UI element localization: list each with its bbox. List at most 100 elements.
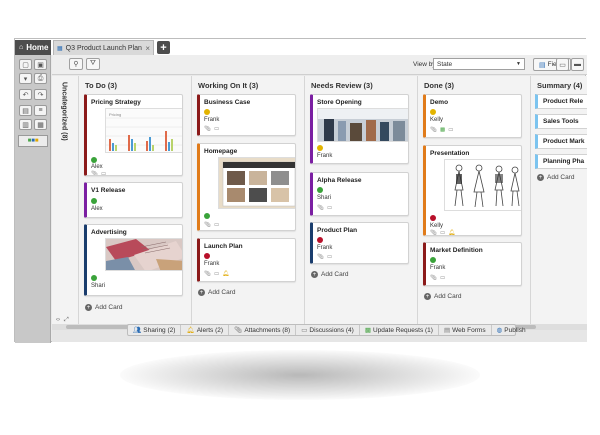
uncategorized-lane[interactable]: Uncategorized (8): [56, 82, 72, 172]
card-store-opening[interactable]: Store Opening Frank: [310, 94, 409, 164]
card-title: V1 Release: [91, 187, 126, 194]
discussions-button[interactable]: ▭ Discussions (4): [296, 325, 360, 335]
card-owner: Frank: [317, 245, 333, 251]
tab-home-label: Home: [26, 43, 49, 52]
column-needs-review: Needs Review (3) Store Opening Frank Alp…: [304, 76, 417, 324]
card-v1-release[interactable]: V1 Release Alex: [84, 182, 183, 218]
summary-card[interactable]: Sales Tools: [535, 114, 587, 129]
attachments-button[interactable]: 📎︎ Attachments (8): [229, 325, 297, 335]
card-meta: 📎︎ ▭: [91, 171, 107, 176]
summary-card[interactable]: Planning Pha: [535, 154, 587, 169]
calendar-view-icon[interactable]: ▦: [34, 119, 47, 130]
new-sheet-icon[interactable]: ▢: [19, 59, 32, 70]
alerts-button[interactable]: 🔔︎ Alerts (2): [181, 325, 230, 335]
card-meta: 📎︎ ▭: [204, 126, 219, 132]
print-menu-icon[interactable]: ▾: [19, 73, 32, 84]
tab-document[interactable]: ▦ Q3 Product Launch Plan ×: [53, 40, 154, 55]
view-switcher-icon[interactable]: ■ ■ ■: [18, 135, 48, 147]
card-meta: 📎︎ ▭: [317, 205, 332, 211]
status-dot: [91, 157, 97, 163]
view-by-select[interactable]: State ▼: [433, 58, 525, 70]
comment-icon: ▭: [213, 126, 220, 132]
publish-button[interactable]: ◍ Publish: [492, 325, 531, 335]
card-presentation[interactable]: Presentation Kelly 📎︎ ▭ 🔔︎: [423, 145, 522, 236]
column-title: Needs Review (3): [311, 81, 373, 90]
add-card-button[interactable]: + Add Card: [311, 271, 348, 278]
add-card-label: Add Card: [547, 174, 575, 181]
card-business-case[interactable]: Business Case Frank 📎︎ ▭: [197, 94, 296, 136]
add-card-button[interactable]: + Add Card: [198, 289, 235, 296]
card-launch-plan[interactable]: Launch Plan Frank 📎︎ ▭ 🔔︎: [197, 238, 296, 282]
card-title: Business Case: [204, 99, 251, 106]
add-card-button[interactable]: + Add Card: [85, 304, 122, 311]
status-dot: [317, 187, 323, 193]
web-forms-button[interactable]: ▤ Web Forms: [439, 325, 492, 335]
bell-icon: 🔔︎: [186, 327, 195, 334]
expand-layout-icon[interactable]: ▬: [571, 58, 584, 71]
redo-icon[interactable]: ↷: [34, 89, 47, 100]
card-meta: 📎︎ ▩ ▭: [430, 127, 453, 133]
filter-icon[interactable]: ⛛: [86, 58, 100, 70]
card-advertising[interactable]: Advertising Shari: [84, 224, 183, 296]
column-title: Working On It (3): [198, 81, 259, 90]
undo-icon[interactable]: ↶: [19, 89, 32, 100]
card-market-definition[interactable]: Market Definition Frank 📎︎ ▭: [423, 242, 522, 286]
card-product-plan[interactable]: Product Plan Frank 📎︎ ▭: [310, 222, 409, 264]
comment-icon: ▭: [448, 127, 454, 133]
comment-icon: ▭: [213, 271, 220, 277]
alert-bell-icon: 🔔︎: [448, 230, 456, 236]
card-owner: Frank: [204, 117, 220, 123]
card-thumbnail: [317, 108, 408, 142]
svg-text:Pricing: Pricing: [109, 112, 121, 117]
comment-icon: ▭: [213, 222, 220, 228]
update-requests-button[interactable]: ▩ Update Requests (1): [360, 325, 439, 335]
sharing-button[interactable]: 👥︎ Sharing (2): [128, 325, 182, 335]
column-title: Summary (4): [537, 81, 583, 90]
card-title: Pricing Strategy: [91, 99, 141, 106]
left-toolbar: ▢ ▣ ▾ ⎙ ↶ ↷ ▤ ≡ ▥ ▦ ■ ■ ■: [15, 55, 51, 343]
paperclip-icon: 📎︎: [317, 254, 324, 260]
fullscreen-icon[interactable]: ⤢: [64, 317, 69, 324]
column-summary: Summary (4) Product Rele Sales Tools Pro…: [530, 76, 587, 324]
sharing-icon: 👥︎: [133, 327, 142, 334]
status-dot: [91, 275, 97, 281]
speech-bubble-icon: ▭: [301, 327, 308, 334]
website-thumbnail: [219, 158, 295, 208]
card-title: Store Opening: [317, 99, 362, 106]
status-dot: [204, 253, 210, 259]
card-demo[interactable]: Demo Kelly 📎︎ ▩ ▭: [423, 94, 522, 138]
paperclip-icon: 📎︎: [204, 222, 211, 228]
tab-document-label: Q3 Product Launch Plan: [65, 44, 142, 52]
bottom-action-bar: 👥︎ Sharing (2) 🔔︎ Alerts (2) 📎︎ Attachme…: [127, 324, 526, 336]
paperclip-icon: 📎︎: [204, 271, 211, 277]
add-tab-button[interactable]: +: [157, 41, 170, 54]
comment-icon: ▭: [100, 171, 107, 176]
chevron-down-icon: ▼: [516, 61, 521, 67]
add-card-button[interactable]: + Add Card: [537, 174, 574, 181]
gantt-view-icon[interactable]: ≡: [34, 105, 47, 116]
summary-card[interactable]: Product Rele: [535, 94, 587, 109]
pin-icon[interactable]: ⚲: [69, 58, 83, 70]
summary-card[interactable]: Product Mark: [535, 134, 587, 149]
card-pricing-strategy[interactable]: Pricing Strategy Pricing Alex 📎︎ ▭: [84, 94, 183, 176]
card-homepage[interactable]: Homepage 📎︎ ▭: [197, 143, 296, 231]
add-card-button[interactable]: + Add Card: [424, 293, 461, 300]
card-meta: 📎︎ ▭: [204, 222, 219, 228]
view-toolbar: ⚲ ⛛ View by: State ▼ ▤ Fields ▭ ▬: [52, 55, 587, 75]
print-icon[interactable]: ⎙: [34, 73, 47, 84]
plus-icon: +: [311, 271, 318, 278]
card-view-icon[interactable]: ▥: [19, 119, 32, 130]
grid-view-icon[interactable]: ▤: [19, 105, 32, 116]
card-thumbnail: Pricing: [105, 108, 182, 153]
tab-home[interactable]: ⌂ Home: [15, 40, 51, 55]
close-icon[interactable]: ×: [145, 44, 150, 53]
uncategorized-label: Uncategorized (8): [60, 82, 68, 141]
sheet-icon: ▦: [57, 45, 63, 52]
collapse-layout-icon[interactable]: ▭: [556, 58, 569, 71]
view-by-value: State: [437, 60, 453, 68]
home-icon: ⌂: [19, 44, 24, 51]
card-alpha-release[interactable]: Alpha Release Shari 📎︎ ▭: [310, 172, 409, 216]
card-title: Alpha Release: [317, 177, 362, 184]
save-icon[interactable]: ▣: [34, 59, 47, 70]
collapse-icon[interactable]: ‹›: [56, 317, 60, 324]
